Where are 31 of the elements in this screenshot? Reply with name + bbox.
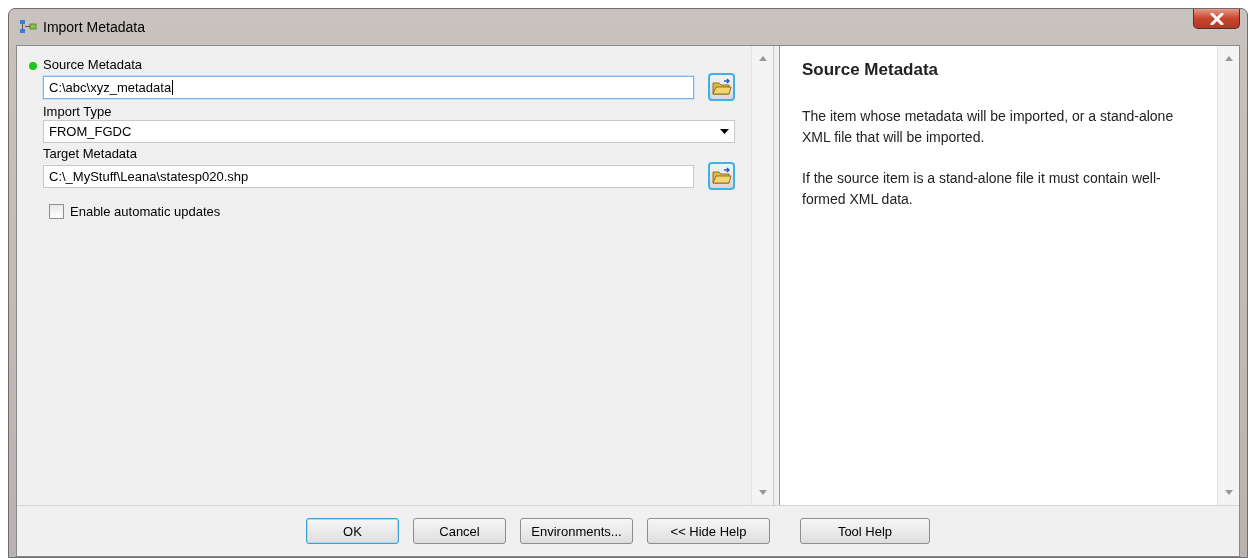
dialog-button[interactable]: OK [306,518,399,544]
scroll-up-icon [1224,56,1233,61]
scroll-down-icon [758,490,767,495]
folder-icon [711,78,732,96]
dropdown-arrow-icon [720,129,729,134]
tool-icon [19,19,37,35]
field-label: Source Metadata [43,57,142,72]
help-paragraph: If the source item is a stand-alone file it must contain well-formed XML data. [802,169,1162,209]
dialog-button[interactable]: Cancel [413,518,506,544]
scrollbar[interactable] [1217,46,1239,505]
field-label: Target Metadata [43,146,137,161]
path-field[interactable]: C:\abc\xyz_metadata [43,75,694,99]
browse-button[interactable] [708,162,735,190]
help-title: Source Metadata [802,60,940,80]
close-button[interactable] [1193,9,1240,29]
checkbox[interactable] [49,204,64,219]
dialog-button[interactable]: << Hide Help [647,518,770,544]
scroll-down-icon [1224,490,1233,495]
field-label: Import Type [43,104,112,119]
scrollbar[interactable] [751,46,773,505]
scroll-up-icon [758,56,767,61]
path-field[interactable]: C:\_MyStuff\Leana\statesp020.shp [43,164,694,188]
checkbox-label: Enable automatic updates [70,204,221,219]
window-title: Import Metadata [43,19,145,35]
dialog-button[interactable]: Environments... [520,518,633,544]
dialog-button[interactable]: Tool Help [800,518,930,544]
help-paragraph: The item whose metadata will be imported, or a stand-alone XML file that will be imported. [802,107,1175,147]
folder-icon [711,167,732,185]
dropdown-field[interactable]: FROM_FGDC [43,120,735,143]
browse-button[interactable] [708,73,735,101]
close-icon [1209,12,1224,25]
